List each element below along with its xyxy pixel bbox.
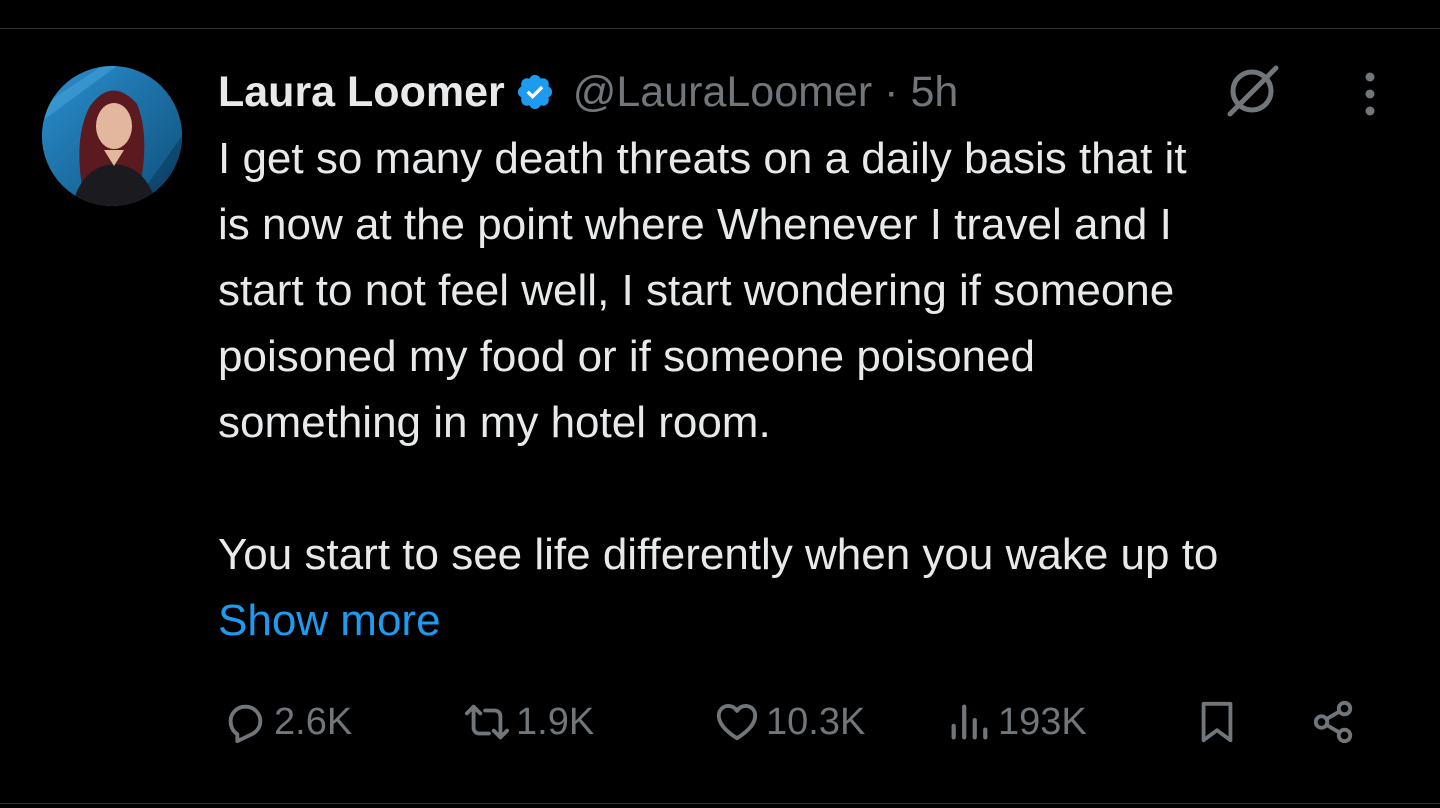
bookmark-icon xyxy=(1201,701,1233,743)
avatar-image xyxy=(42,66,182,206)
grok-icon[interactable] xyxy=(1222,60,1282,120)
bookmark-button[interactable] xyxy=(1194,692,1240,752)
avatar[interactable] xyxy=(42,66,182,206)
share-icon xyxy=(1313,700,1353,744)
author-name[interactable]: Laura Loomer xyxy=(218,68,505,117)
reply-button[interactable]: 2.6K xyxy=(222,692,352,752)
repost-button[interactable]: 1.9K xyxy=(464,692,594,752)
top-divider xyxy=(0,28,1440,29)
views-count: 193K xyxy=(998,700,1087,743)
verified-badge-icon xyxy=(517,74,552,110)
views-button[interactable]: 193K xyxy=(946,692,1087,752)
views-icon xyxy=(951,704,988,740)
reply-icon xyxy=(228,704,263,744)
heart-icon xyxy=(716,703,758,741)
separator-dot: · xyxy=(884,67,899,116)
reply-count: 2.6K xyxy=(274,700,353,743)
tweet-text: I get so many death threats on a daily b… xyxy=(218,134,1219,579)
tweet-header: Laura Loomer @LauraLoomer · 5h xyxy=(218,62,958,122)
repost-icon xyxy=(464,704,510,740)
more-dots-icon[interactable] xyxy=(1358,70,1382,118)
like-count: 10.3K xyxy=(766,700,866,743)
repost-count: 1.9K xyxy=(516,700,595,743)
timestamp[interactable]: 5h xyxy=(911,68,959,117)
bottom-divider xyxy=(0,803,1440,804)
action-bar: 2.6K 1.9K 10.3K 193K xyxy=(0,692,1440,752)
author-handle[interactable]: @LauraLoomer xyxy=(573,68,872,117)
like-button[interactable]: 10.3K xyxy=(714,692,865,752)
show-more-link[interactable]: Show more xyxy=(218,588,441,654)
share-button[interactable] xyxy=(1310,692,1356,752)
